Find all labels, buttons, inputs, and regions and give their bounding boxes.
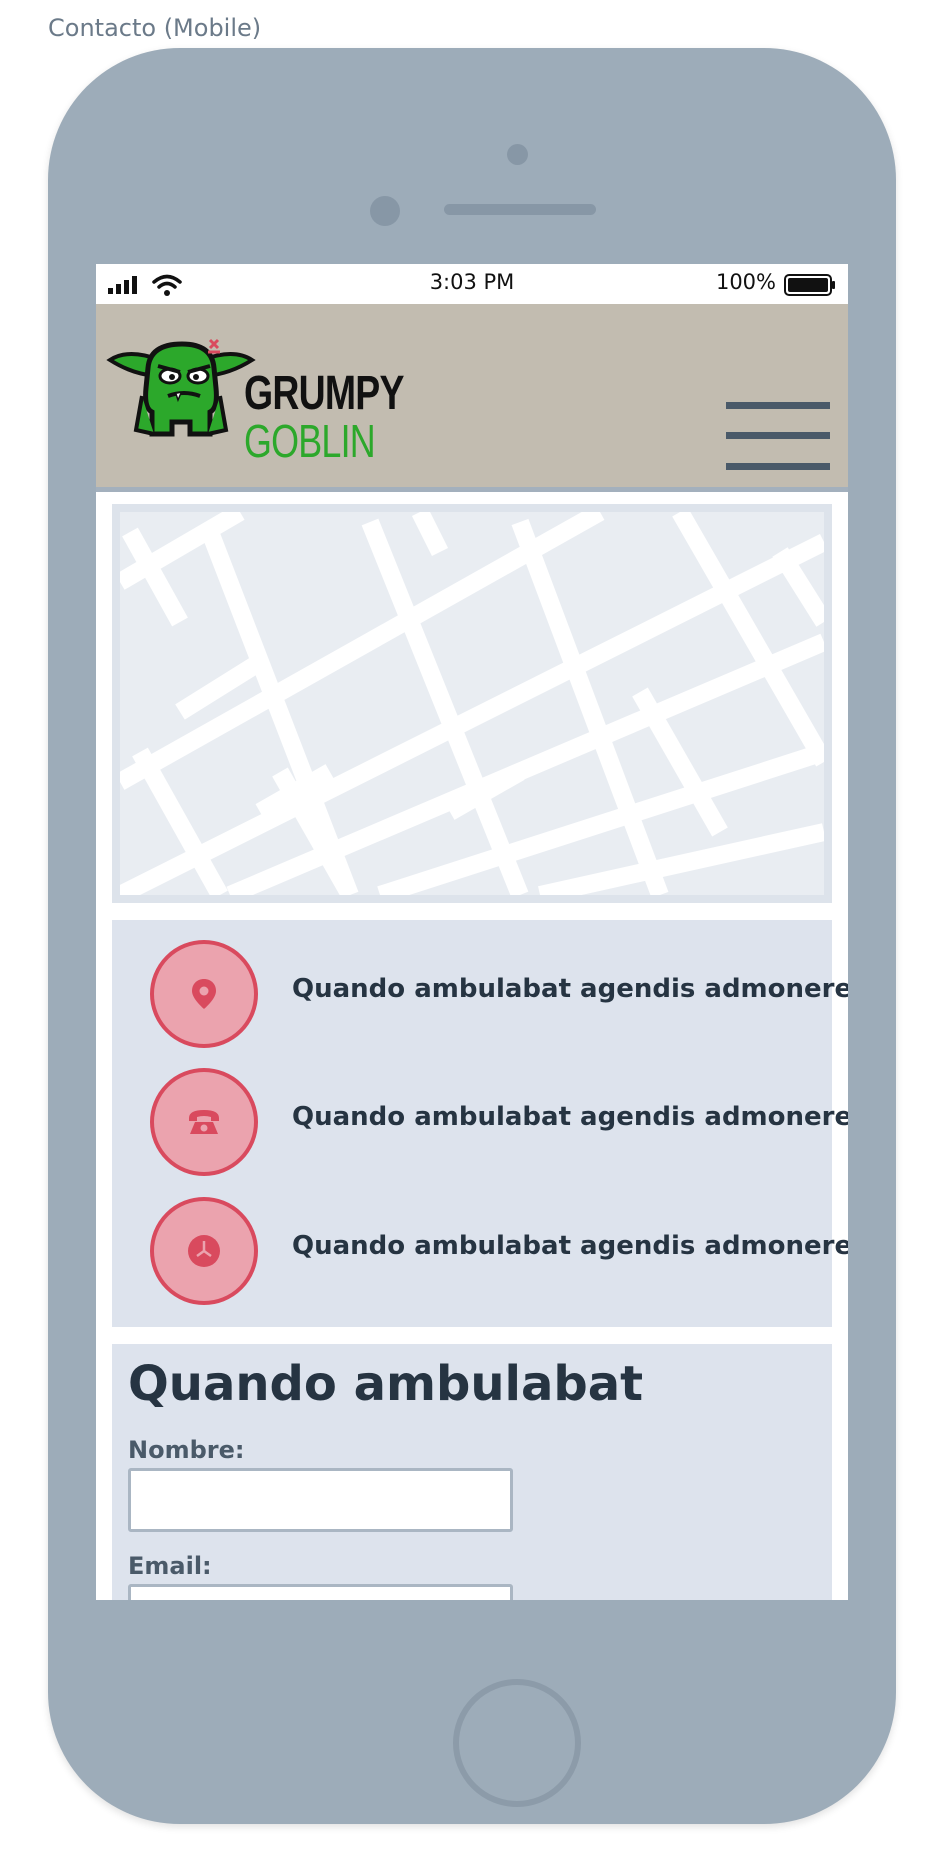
- brand-name-line-2: GOBLIN: [244, 415, 376, 467]
- location-map[interactable]: [112, 504, 832, 903]
- battery-percentage: 100%: [715, 270, 776, 294]
- map-canvas[interactable]: [120, 512, 824, 895]
- telephone-icon: [150, 1068, 258, 1176]
- email-label: Email:: [128, 1552, 212, 1580]
- contact-info-row: Quando ambulabat agendis admonere: [112, 940, 848, 1048]
- contact-info-panel: Quando ambulabat agendis admonere Quando…: [112, 920, 848, 1327]
- home-button[interactable]: [453, 1679, 581, 1807]
- location-pin-icon: [150, 940, 258, 1048]
- contact-form: Quando ambulabat Nombre: Email:: [112, 1344, 832, 1600]
- contact-hours-text: Quando ambulabat agendis admonere: [292, 1231, 848, 1261]
- name-input[interactable]: [128, 1468, 513, 1532]
- email-input[interactable]: [128, 1584, 513, 1600]
- contact-address-text: Quando ambulabat agendis admonere: [292, 974, 848, 1004]
- contact-info-row: Quando ambulabat agendis admonere: [112, 1197, 848, 1305]
- front-sensor: [370, 196, 400, 226]
- earpiece-speaker: [444, 204, 596, 215]
- goblin-logo-icon[interactable]: [106, 338, 256, 448]
- map-streets: [120, 512, 824, 895]
- status-bar: 3:03 PM 100%: [96, 264, 848, 304]
- battery-icon: [784, 274, 835, 296]
- site-header: GRUMPY GOBLIN: [96, 304, 848, 492]
- brand-name-line-1: GRUMPY: [244, 367, 404, 420]
- page-caption: Contacto (Mobile): [48, 14, 262, 42]
- camera-dot: [507, 144, 528, 165]
- contact-info-row: Quando ambulabat agendis admonere: [112, 1068, 848, 1176]
- hamburger-menu-icon[interactable]: [726, 402, 830, 474]
- clock-icon: [150, 1197, 258, 1305]
- name-label: Nombre:: [128, 1436, 245, 1464]
- phone-screen: 3:03 PM 100% GRUMPY GOBLIN Quando ambula…: [96, 264, 848, 1600]
- contact-phone-text: Quando ambulabat agendis admonere: [292, 1102, 848, 1132]
- form-title: Quando ambulabat: [128, 1356, 644, 1412]
